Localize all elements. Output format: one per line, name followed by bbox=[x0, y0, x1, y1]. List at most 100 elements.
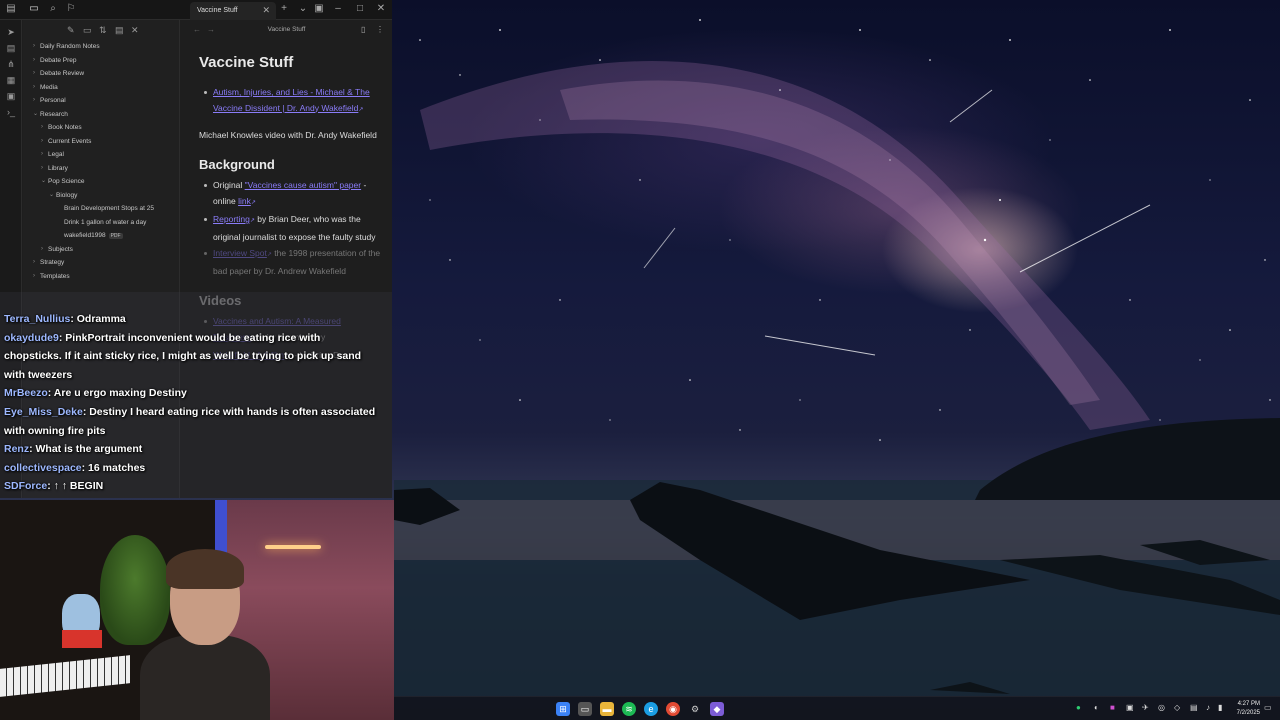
tree-item[interactable]: › Personal bbox=[23, 94, 179, 108]
chat-text: with owning fire pits bbox=[4, 424, 106, 437]
edge-icon[interactable]: e bbox=[644, 702, 658, 716]
close-icon[interactable]: ✕ bbox=[131, 25, 139, 36]
minimize-icon[interactable]: – bbox=[331, 3, 345, 14]
tray-app-icon[interactable]: ● bbox=[1076, 703, 1081, 712]
taskbar: ⊞ ▭ ▬ ≋ e ◉ ⚙ ◆ ● ◐ ■ ▣ ✈ ◎ ◇ ▤ ♪ ▮ 4:27… bbox=[394, 696, 1280, 720]
tree-item[interactable]: › Media bbox=[23, 81, 179, 95]
sort-icon[interactable]: ⇅ bbox=[99, 25, 107, 36]
chat-username[interactable]: MrBeezo bbox=[4, 387, 48, 399]
heading-background: Background bbox=[199, 157, 275, 172]
search-icon[interactable]: ⌕ bbox=[46, 3, 60, 14]
tree-item[interactable]: Drink 1 gallon of water a day bbox=[23, 216, 179, 230]
tree-item-label: Biology bbox=[56, 191, 78, 199]
tree-item[interactable]: wakefield1998 PDF bbox=[23, 229, 179, 243]
tree-item[interactable]: › Subjects bbox=[23, 243, 179, 257]
terminal-icon[interactable]: ›_ bbox=[0, 104, 22, 120]
tree-item[interactable]: › Debate Review bbox=[23, 67, 179, 81]
tree-item[interactable]: › Debate Prep bbox=[23, 54, 179, 68]
list-item: Autism, Injuries, and Lies - Michael & T… bbox=[199, 85, 384, 118]
tray-icon[interactable]: ▤ bbox=[1190, 703, 1198, 712]
chat-text: : Are u ergo maxing Destiny bbox=[47, 387, 187, 400]
tree-item[interactable]: › Legal bbox=[23, 148, 179, 162]
maximize-icon[interactable]: □ bbox=[353, 3, 367, 14]
tray-icon[interactable]: ◎ bbox=[1158, 703, 1165, 712]
volume-icon[interactable]: ♪ bbox=[1206, 703, 1210, 712]
chat-username[interactable]: okaydude9 bbox=[4, 332, 59, 344]
chevron-right-icon: › bbox=[33, 43, 35, 49]
new-tab-icon[interactable]: + bbox=[277, 3, 291, 14]
forward-icon[interactable]: → bbox=[207, 20, 215, 40]
battery-icon[interactable]: ▮ bbox=[1218, 703, 1222, 712]
chat-username[interactable]: Renz bbox=[4, 443, 29, 455]
new-note-icon[interactable]: ✎ bbox=[67, 25, 75, 36]
tree-item[interactable]: ⌄ Research bbox=[23, 108, 179, 122]
obsidian-icon[interactable]: ◆ bbox=[710, 702, 724, 716]
tree-item-label: Legal bbox=[48, 151, 64, 158]
chevron-down-icon[interactable]: ⌄ bbox=[296, 3, 310, 14]
chevron-right-icon: › bbox=[41, 124, 43, 130]
interview-link[interactable]: Interview Spot bbox=[213, 248, 267, 258]
tree-item-label: Strategy bbox=[40, 259, 65, 266]
file-explorer-icon[interactable]: ▬ bbox=[600, 702, 614, 716]
tree-item[interactable]: › Book Notes bbox=[23, 121, 179, 135]
daily-note-icon[interactable]: ▣ bbox=[0, 88, 22, 104]
light-strip bbox=[265, 545, 321, 549]
spotify-icon[interactable]: ≋ bbox=[622, 702, 636, 716]
tray-icon[interactable]: ■ bbox=[1110, 703, 1115, 712]
sidebar-toggle-icon[interactable]: ▤ bbox=[4, 3, 18, 14]
close-window-icon[interactable]: ✕ bbox=[374, 3, 388, 14]
start-icon[interactable]: ⊞ bbox=[556, 702, 570, 716]
reporting-link[interactable]: Reporting bbox=[213, 214, 250, 224]
tree-item[interactable]: › Current Events bbox=[23, 135, 179, 149]
reading-view-icon[interactable]: ▯ bbox=[361, 20, 365, 40]
send-icon[interactable]: ➤ bbox=[0, 24, 22, 40]
more-options-icon[interactable]: ⋮ bbox=[376, 20, 384, 40]
tree-item[interactable]: › Library bbox=[23, 162, 179, 176]
file-explorer-toolbar: ✎ ▭ ⇅ ▤ ✕ bbox=[23, 20, 179, 40]
tree-item[interactable]: Brain Development Stops at 25 bbox=[23, 202, 179, 216]
chrome-icon[interactable]: ◉ bbox=[666, 702, 680, 716]
video-link[interactable]: Autism, Injuries, and Lies - Michael & T… bbox=[213, 87, 370, 113]
chevron-down-icon: ⌄ bbox=[33, 110, 39, 117]
clock-time: 4:27 PM bbox=[1237, 701, 1260, 707]
bookmark-icon[interactable]: ⚐ bbox=[64, 3, 78, 14]
close-tab-icon[interactable]: ✕ bbox=[262, 5, 270, 16]
paper-link[interactable]: "Vaccines cause autism" paper bbox=[245, 180, 361, 190]
canvas-icon[interactable]: ▦ bbox=[0, 72, 22, 88]
chat-text: : What is the argument bbox=[29, 443, 143, 456]
files-icon[interactable]: ▤ bbox=[0, 40, 22, 56]
chevron-down-icon: ⌄ bbox=[49, 191, 55, 198]
tree-item[interactable]: ⌄ Biology bbox=[23, 189, 179, 203]
tray-icon[interactable]: ◇ bbox=[1174, 703, 1180, 712]
tree-item[interactable]: ⌄ Pop Science bbox=[23, 175, 179, 189]
chat-username[interactable]: Terra_Nullius bbox=[4, 313, 70, 325]
settings-icon[interactable]: ⚙ bbox=[688, 702, 702, 716]
tree-item[interactable]: › Strategy bbox=[23, 256, 179, 270]
back-icon[interactable]: ← bbox=[193, 20, 201, 40]
chat-username[interactable]: collectivespace bbox=[4, 462, 82, 474]
chat-username[interactable]: SDForce bbox=[4, 480, 47, 492]
chat-username[interactable]: Eye_Miss_Deke bbox=[4, 406, 83, 418]
list-text: Original bbox=[213, 180, 245, 190]
folder-icon[interactable]: ▭ bbox=[27, 3, 41, 14]
notification-icon[interactable]: ▭ bbox=[1264, 703, 1272, 712]
tray-icon[interactable]: ◐ bbox=[1094, 703, 1099, 712]
tray-icon[interactable]: ▣ bbox=[1126, 703, 1134, 712]
new-folder-icon[interactable]: ▭ bbox=[83, 25, 92, 36]
tab-vaccine-stuff[interactable]: Vaccine Stuff ✕ bbox=[190, 2, 276, 20]
tree-item[interactable]: › Templates bbox=[23, 270, 179, 284]
collapse-all-icon[interactable]: ▤ bbox=[115, 25, 124, 36]
streamer bbox=[140, 549, 270, 720]
background-list: Original "Vaccines cause autism" paper -… bbox=[199, 178, 384, 279]
graph-icon[interactable]: ⋔ bbox=[0, 56, 22, 72]
note-title: Vaccine Stuff bbox=[199, 54, 294, 71]
clock[interactable]: 4:27 PM 7/2/2025 bbox=[1230, 700, 1260, 718]
chevron-right-icon: › bbox=[41, 164, 43, 171]
layout-icon[interactable]: ▣ bbox=[312, 3, 326, 14]
stream-chat-overlay: Terra_Nullius: Odramma okaydude9: PinkPor… bbox=[0, 292, 392, 498]
tree-item[interactable]: › Daily Random Notes bbox=[23, 40, 179, 54]
task-view-icon[interactable]: ▭ bbox=[578, 702, 592, 716]
tray-icon[interactable]: ✈ bbox=[1142, 703, 1149, 712]
online-link[interactable]: link bbox=[238, 196, 251, 206]
chat-text: with tweezers bbox=[4, 368, 73, 381]
